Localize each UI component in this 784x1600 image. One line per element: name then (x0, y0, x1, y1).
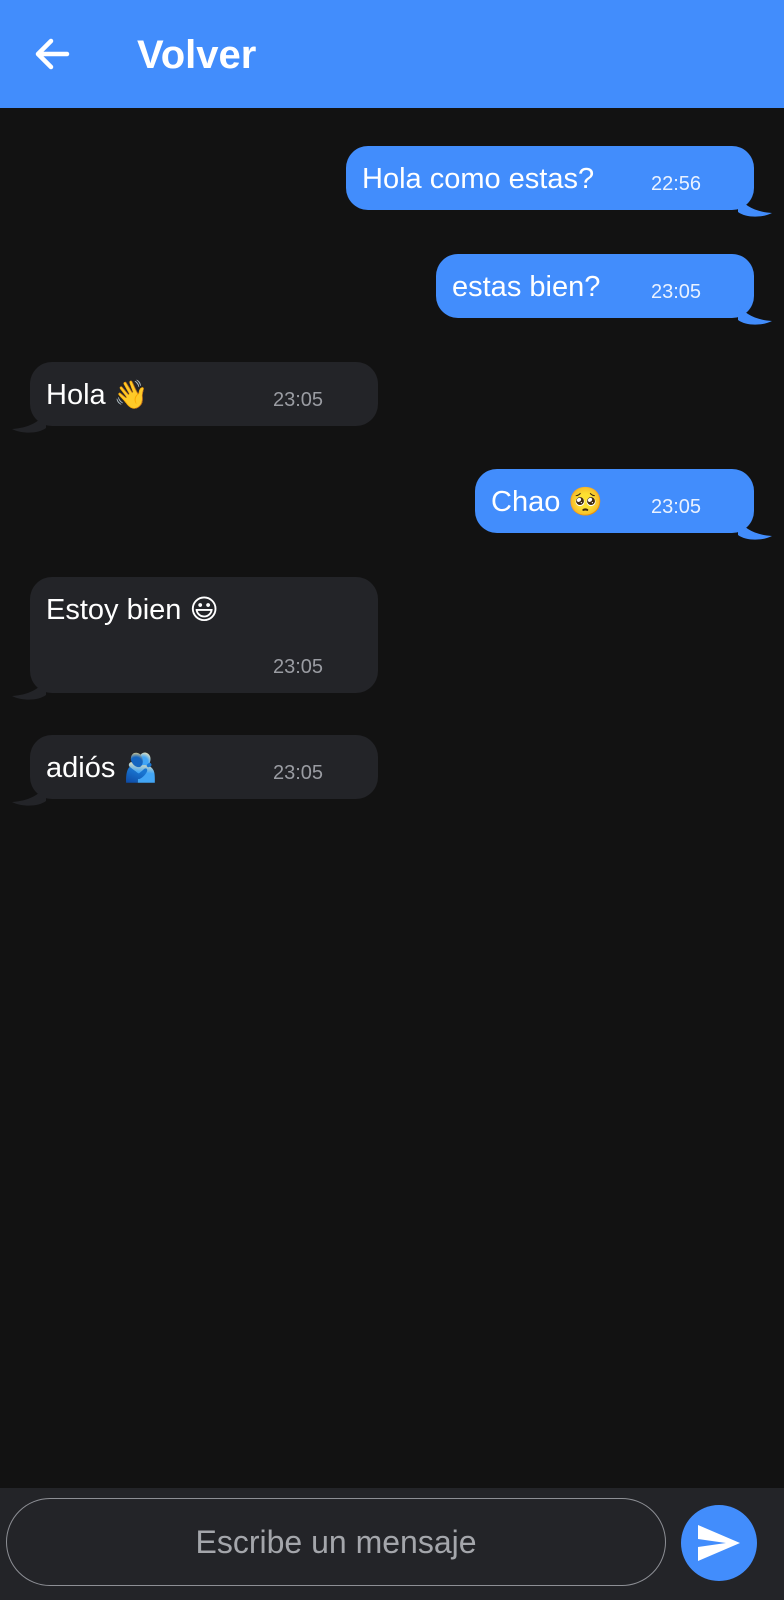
bubble-tail (12, 785, 46, 806)
message-text-content: adiós (46, 752, 116, 784)
message-time: 23:05 (273, 656, 324, 678)
outgoing-message[interactable]: Hola como estas? 22:56 (346, 146, 772, 217)
message-text-content: Chao (491, 486, 561, 518)
outgoing-message[interactable]: Chao 🥺 23:05 (475, 469, 772, 540)
message-text: Hola como estas? (362, 163, 595, 195)
incoming-message[interactable]: Hola 👋 23:05 (12, 362, 378, 433)
message-text-content: Hola (46, 379, 106, 411)
page-title: Volver (137, 33, 257, 77)
app-bar: Volver (0, 0, 784, 108)
grinning-face-emoji: 😃 (189, 593, 219, 626)
message-time: 23:05 (273, 389, 324, 411)
message-text: Hola 👋 (46, 377, 149, 413)
message-text: estas bien? (452, 271, 601, 303)
message-text: adiós 🫂 (46, 750, 158, 786)
pleading-face-emoji: 🥺 (568, 485, 604, 518)
message-time: 23:05 (651, 281, 702, 303)
incoming-message[interactable]: Estoy bien 😃 23:05 (12, 577, 378, 700)
message-time: 23:05 (273, 762, 324, 784)
message-time: 22:56 (651, 173, 702, 195)
message-input[interactable] (6, 1498, 666, 1586)
message-text-content: Estoy bien (46, 594, 182, 626)
outgoing-message[interactable]: estas bien? 23:05 (436, 254, 772, 325)
message-time: 23:05 (651, 496, 702, 518)
send-button[interactable] (681, 1505, 757, 1581)
bubble-tail (738, 519, 772, 540)
bubble-tail (12, 679, 46, 700)
bubble-tail (12, 412, 46, 433)
send-icon (698, 1525, 740, 1561)
message-text: Chao 🥺 (491, 484, 603, 520)
bubble-tail (738, 196, 772, 217)
arrow-left-icon (35, 38, 70, 70)
chat-screen: Volver Hola como estas? 22:56 estas bien… (0, 0, 784, 1600)
message-list[interactable]: Hola como estas? 22:56 estas bien? 23:05… (0, 108, 784, 1488)
waving-hand-emoji: 👋 (113, 378, 149, 411)
bubble-tail (738, 304, 772, 325)
message-composer (0, 1488, 784, 1600)
message-text: Estoy bien 😃 (46, 592, 219, 628)
people-hugging-emoji: 🫂 (123, 751, 159, 784)
incoming-message[interactable]: adiós 🫂 23:05 (12, 735, 378, 806)
back-button[interactable] (30, 32, 74, 76)
